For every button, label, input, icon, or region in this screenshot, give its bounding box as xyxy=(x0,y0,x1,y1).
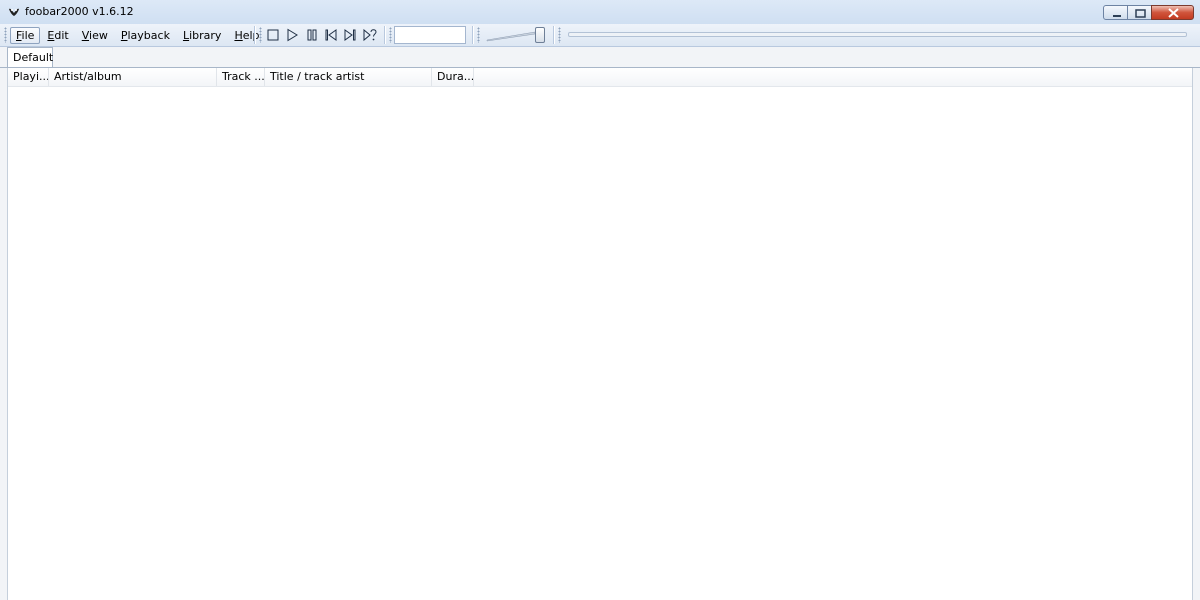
toolbar-separator xyxy=(472,26,474,44)
title-bar: foobar2000 v1.6.12 xyxy=(0,0,1200,24)
window-frame-right xyxy=(1193,68,1200,600)
toolbar-grip[interactable] xyxy=(477,27,480,43)
menu-library[interactable]: Library xyxy=(177,27,227,44)
seek-bar[interactable] xyxy=(568,32,1187,37)
play-icon[interactable] xyxy=(284,27,300,43)
toolbar-grip[interactable] xyxy=(259,27,262,43)
close-button[interactable] xyxy=(1151,5,1194,20)
window-controls xyxy=(1103,5,1194,20)
column-header-playing[interactable]: Playi... xyxy=(8,68,49,86)
toolbar-grip[interactable] xyxy=(389,27,392,43)
next-icon[interactable] xyxy=(342,27,358,43)
column-header-artist-album[interactable]: Artist/album xyxy=(49,68,217,86)
stop-icon[interactable] xyxy=(265,27,281,43)
menu-edit[interactable]: Edit xyxy=(41,27,74,44)
menu-label: ibrary xyxy=(189,28,222,42)
menu-accel: H xyxy=(234,28,243,42)
tab-default[interactable]: Default xyxy=(7,47,53,68)
toolbar-grip[interactable] xyxy=(4,27,7,43)
toolbar-grip[interactable] xyxy=(558,27,561,43)
window-frame-left xyxy=(0,68,7,600)
column-header-track[interactable]: Track ... xyxy=(217,68,265,86)
tab-label: Default xyxy=(13,51,54,64)
column-header-title[interactable]: Title / track artist xyxy=(265,68,432,86)
random-icon[interactable] xyxy=(362,27,378,43)
toolbar-separator xyxy=(254,26,256,44)
menu-file[interactable]: File xyxy=(10,26,41,44)
pause-icon[interactable] xyxy=(304,27,320,43)
toolbar-separator xyxy=(553,26,555,44)
volume-slider-thumb[interactable] xyxy=(535,27,545,43)
minimize-button[interactable] xyxy=(1103,5,1128,20)
previous-icon[interactable] xyxy=(323,27,339,43)
playlist-view[interactable]: Playi... Artist/album Track ... Title / … xyxy=(7,68,1193,600)
menu-view[interactable]: View xyxy=(76,27,114,44)
menu-label: iew xyxy=(89,28,108,42)
menu-bar: File Edit View Playback Library Help xyxy=(10,25,267,45)
maximize-button[interactable] xyxy=(1127,5,1152,20)
toolbar-separator xyxy=(384,26,386,44)
playlist-tab-bar: Default xyxy=(0,47,1200,68)
minimize-icon xyxy=(1113,15,1121,17)
foobar-icon xyxy=(9,8,19,16)
menu-playback[interactable]: Playback xyxy=(115,27,176,44)
playback-order-box[interactable] xyxy=(394,26,466,44)
menu-accel: V xyxy=(81,28,90,42)
playlist-header: Playi... Artist/album Track ... Title / … xyxy=(8,68,1192,87)
menu-label: dit xyxy=(54,28,69,42)
restore-icon xyxy=(1135,9,1146,18)
column-header-duration[interactable]: Dura... xyxy=(432,68,474,86)
close-icon xyxy=(1168,8,1179,18)
menu-label: ile xyxy=(21,28,35,42)
volume-slider-track[interactable] xyxy=(486,27,536,43)
menu-label: elp xyxy=(242,28,260,42)
menu-accel: P xyxy=(120,28,128,42)
menu-label: layback xyxy=(127,28,170,42)
window-title: foobar2000 v1.6.12 xyxy=(25,5,134,18)
